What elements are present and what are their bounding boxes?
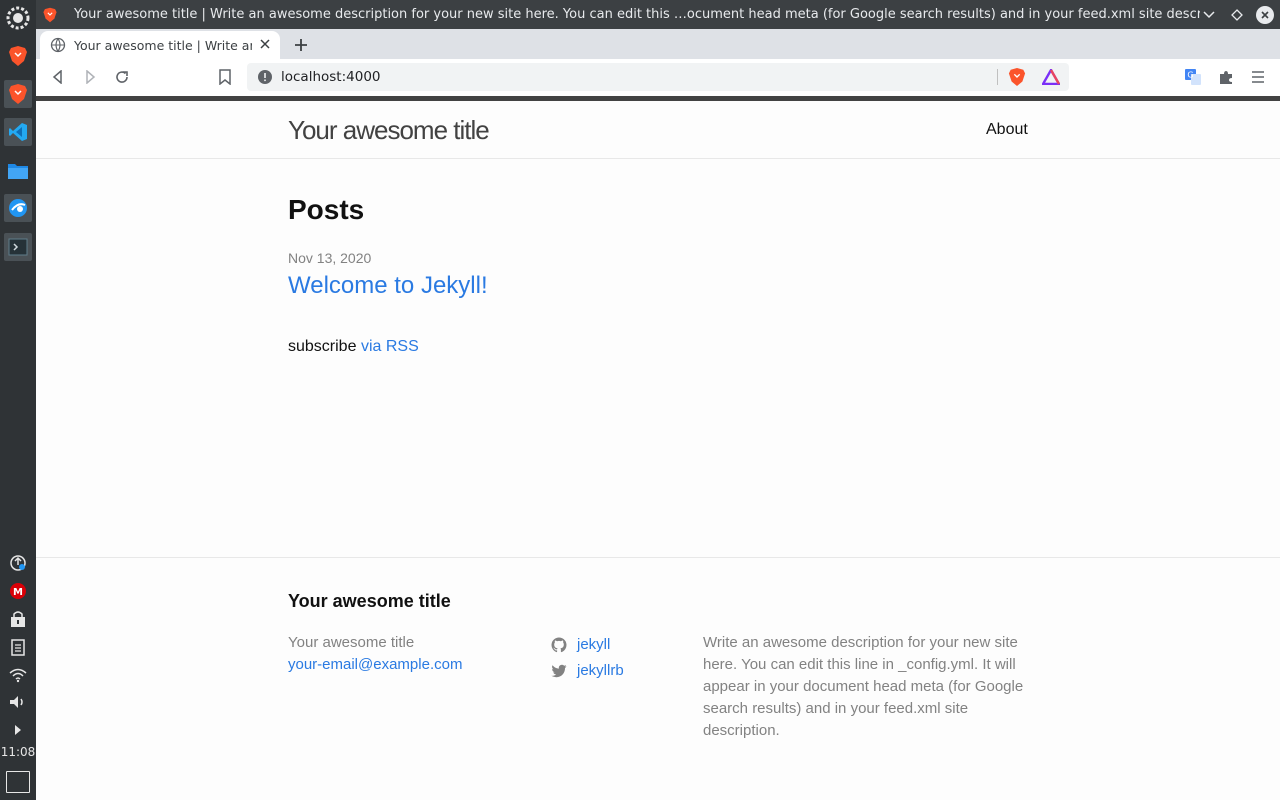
back-button[interactable] xyxy=(48,67,68,87)
vault-icon[interactable] xyxy=(6,609,30,629)
translate-button[interactable]: G xyxy=(1183,67,1203,87)
reload-icon xyxy=(116,71,128,83)
back-arrow-icon xyxy=(52,70,62,84)
minimize-button[interactable] xyxy=(1200,6,1218,24)
brave-shields-button[interactable] xyxy=(1007,67,1027,87)
mega-icon[interactable]: M xyxy=(6,581,30,601)
footer-heading: Your awesome title xyxy=(288,591,451,611)
vscode-icon[interactable] xyxy=(4,118,32,146)
twitter-username[interactable]: jekyllrb xyxy=(577,660,624,682)
footer-contact: Your awesome title your-email@example.co… xyxy=(288,632,462,676)
site-header: Your awesome title About xyxy=(36,101,1280,159)
post-title-link[interactable]: Welcome to Jekyll! xyxy=(288,272,488,300)
web-browser-icon[interactable] xyxy=(4,194,32,222)
brave-shields-icon xyxy=(1008,68,1026,86)
chevron-down-icon xyxy=(1203,10,1215,18)
file-manager-icon[interactable] xyxy=(4,157,32,185)
tab-strip: Your awesome title | Write an awesome de… xyxy=(36,29,1280,59)
dock-panel: M 11:08 xyxy=(0,0,36,800)
web-page: Your awesome title About Posts Nov 13, 2… xyxy=(36,101,1280,800)
bookmark-icon xyxy=(219,69,231,85)
brave-browser-icon[interactable] xyxy=(4,80,32,108)
rss-subscribe: subscribe via RSS xyxy=(288,338,419,356)
forward-arrow-icon xyxy=(86,70,96,84)
brave-logo-icon xyxy=(43,7,57,22)
bookmark-button[interactable] xyxy=(215,67,235,87)
twitter-icon xyxy=(551,664,567,678)
hamburger-menu-icon xyxy=(1252,71,1264,83)
new-tab-button[interactable] xyxy=(290,34,312,56)
close-icon xyxy=(1261,10,1269,19)
post-date: Nov 13, 2020 xyxy=(288,250,372,266)
github-username[interactable]: jekyll xyxy=(577,634,610,656)
volume-icon[interactable] xyxy=(6,692,30,712)
brave-rewards-icon xyxy=(1042,69,1060,85)
wifi-icon[interactable] xyxy=(6,665,30,685)
tab-active[interactable]: Your awesome title | Write an awesome de… xyxy=(40,31,280,59)
extensions-button[interactable] xyxy=(1216,67,1236,87)
social-github[interactable]: jekyll xyxy=(551,632,624,658)
rss-link[interactable]: via RSS xyxy=(361,338,419,355)
github-icon xyxy=(551,637,567,653)
svg-text:G: G xyxy=(1187,71,1193,80)
update-icon[interactable] xyxy=(6,553,30,573)
show-desktop-button[interactable] xyxy=(6,771,30,793)
nav-link-about[interactable]: About xyxy=(986,121,1028,139)
tab-close-button[interactable] xyxy=(260,38,270,53)
footer-name: Your awesome title xyxy=(288,634,415,651)
globe-icon xyxy=(50,37,66,53)
address-bar[interactable]: localhost:4000 xyxy=(247,63,1069,91)
translate-icon: G xyxy=(1185,69,1201,85)
subscribe-label: subscribe xyxy=(288,338,357,355)
clock[interactable]: 11:08 xyxy=(0,745,36,759)
svg-text:M: M xyxy=(13,587,23,598)
brave-browser-icon[interactable] xyxy=(4,42,32,70)
puzzle-icon xyxy=(1220,71,1232,84)
post-list-heading: Posts xyxy=(288,194,365,225)
site-footer: Your awesome title Your awesome title yo… xyxy=(36,557,1280,800)
footer-email-link[interactable]: your-email@example.com xyxy=(288,654,462,676)
maximize-button[interactable] xyxy=(1228,6,1246,24)
url-text[interactable]: localhost:4000 xyxy=(281,69,381,85)
terminal-icon[interactable] xyxy=(4,233,32,261)
tab-title: Your awesome title | Write an awesome de… xyxy=(74,37,252,53)
social-twitter[interactable]: jekyllrb xyxy=(551,658,624,684)
brave-rewards-button[interactable] xyxy=(1041,67,1061,87)
window-titlebar: Your awesome title | Write an awesome de… xyxy=(36,0,1280,29)
plus-icon xyxy=(295,39,307,51)
browser-toolbar: localhost:4000 G xyxy=(36,59,1280,96)
info-icon[interactable] xyxy=(257,69,273,85)
footer-description: Write an awesome description for your ne… xyxy=(703,634,1024,739)
clipboard-icon[interactable] xyxy=(6,637,30,657)
footer-social: jekyll jekyllrb xyxy=(551,632,624,684)
window-title: Your awesome title | Write an awesome de… xyxy=(74,7,1200,22)
menu-button[interactable] xyxy=(1248,67,1268,87)
forward-button[interactable] xyxy=(80,67,100,87)
omnibox-divider xyxy=(997,69,998,85)
system-menu-icon[interactable] xyxy=(4,4,32,32)
close-window-button[interactable] xyxy=(1256,5,1274,24)
diamond-icon xyxy=(1231,8,1243,21)
site-title-link[interactable]: Your awesome title xyxy=(288,115,490,146)
expand-tray-icon[interactable] xyxy=(6,720,30,740)
close-icon xyxy=(260,38,270,49)
reload-button[interactable] xyxy=(112,67,132,87)
